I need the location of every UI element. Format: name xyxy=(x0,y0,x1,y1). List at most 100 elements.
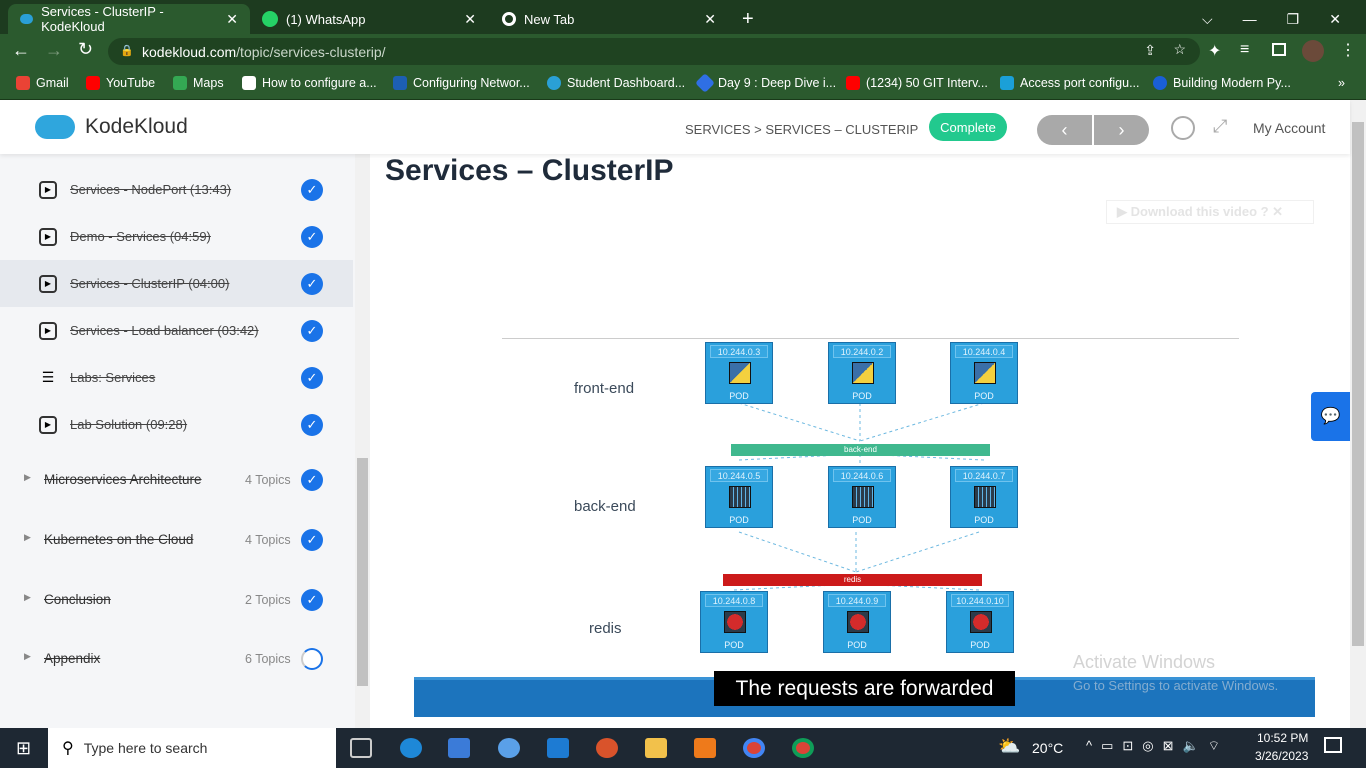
restore-icon[interactable]: ❐ xyxy=(1287,11,1300,28)
windows-taskbar: ⊞ ⚲ Type here to search ⛅ 20°C ^▭⊡◎⊠🔈⌔ 10… xyxy=(0,728,1366,768)
tab-new-tab[interactable]: New Tab ✕ xyxy=(490,4,728,34)
minimize-icon[interactable]: — xyxy=(1243,11,1257,27)
menu-icon[interactable]: ⋮ xyxy=(1340,40,1356,60)
bookmark-3[interactable]: Student Dashboard... xyxy=(547,76,685,90)
sidebar-scrollbar[interactable] xyxy=(355,154,370,728)
logo[interactable]: KodeKloud xyxy=(35,115,188,139)
reload-icon[interactable]: ↻ xyxy=(78,39,93,60)
bookmark-7[interactable]: Building Modern Py... xyxy=(1153,76,1291,90)
pod-ip: 10.244.0.6 xyxy=(833,469,891,482)
bookmark-5[interactable]: (1234) 50 GIT Interv... xyxy=(846,76,988,90)
chat-widget-button[interactable]: 💬 xyxy=(1311,392,1350,441)
caret-right-icon: ▶ xyxy=(24,592,31,602)
lesson-item[interactable]: ▶ Lab Solution (09:28) ✓ xyxy=(0,401,353,448)
tier-label: front-end xyxy=(574,380,635,397)
pod: 10.244.0.7 POD xyxy=(950,466,1018,528)
task-view-icon[interactable] xyxy=(350,738,372,758)
pod: 10.244.0.8 POD xyxy=(700,591,768,653)
url-bar[interactable]: 🔒 kodekloud.com/topic/services-clusterip/… xyxy=(108,38,1200,65)
bookmark-star-icon[interactable]: ☆ xyxy=(1173,41,1186,58)
mail-icon[interactable] xyxy=(547,738,569,758)
caret-right-icon: ▶ xyxy=(24,651,31,661)
back-icon[interactable]: ← xyxy=(12,40,30,61)
redis-service-bar: redis xyxy=(723,574,982,586)
app-icon[interactable] xyxy=(694,738,716,758)
whatsapp-icon xyxy=(262,11,278,27)
chevron-down-icon[interactable]: ⌵ xyxy=(1202,11,1213,28)
tab-kodekloud[interactable]: Services - ClusterIP - KodeKloud ✕ xyxy=(8,4,250,34)
complete-button[interactable]: Complete xyxy=(929,113,1007,141)
course-sidebar: ▶ Services - NodePort (13:43) ✓ ▶ Demo - Se… xyxy=(0,154,355,728)
pod: 10.244.0.10 POD xyxy=(946,591,1014,653)
edge-icon[interactable] xyxy=(400,738,422,758)
chrome-icon xyxy=(502,12,516,26)
tab-strip: Services - ClusterIP - KodeKloud ✕ (1) Wh… xyxy=(0,0,1366,34)
pod-label: POD xyxy=(729,391,749,401)
scrollbar-thumb[interactable] xyxy=(357,458,368,686)
profile-avatar[interactable] xyxy=(1302,40,1324,62)
clock-time: 10:52 PM xyxy=(1257,731,1309,745)
lesson-item[interactable]: ▶ Services - Load balancer (03:42) ✓ xyxy=(0,307,353,354)
close-window-icon[interactable]: ✕ xyxy=(1329,11,1341,28)
close-tab-icon[interactable]: ✕ xyxy=(464,11,476,28)
video-caption: The requests are forwarded xyxy=(714,671,1015,706)
weather-icon: ⛅ xyxy=(998,736,1021,756)
file-explorer-icon[interactable] xyxy=(645,738,667,758)
section-item[interactable]: ▶ Appendix 6 Topics xyxy=(0,639,353,679)
window-controls[interactable]: ⌵ — ❐ ✕ xyxy=(1190,4,1353,34)
section-item[interactable]: ▶ Conclusion 2 Topics ✓ xyxy=(0,580,353,620)
bookmark-2[interactable]: Configuring Networ... xyxy=(393,76,530,90)
check-icon: ✓ xyxy=(301,469,323,491)
store-icon[interactable] xyxy=(448,738,470,758)
lesson-item[interactable]: ▶ Services - NodePort (13:43) ✓ xyxy=(0,166,353,213)
my-account-link[interactable]: My Account xyxy=(1253,120,1325,136)
chrome-icon[interactable] xyxy=(792,738,814,758)
share-icon[interactable]: ⇪ xyxy=(1144,42,1156,59)
close-tab-icon[interactable]: ✕ xyxy=(704,11,716,28)
media-icon[interactable]: ≡ xyxy=(1240,41,1249,59)
extensions-icon[interactable]: ✦ xyxy=(1208,41,1221,61)
windows-start-icon[interactable]: ⊞ xyxy=(16,738,31,759)
bookmark-6[interactable]: Access port configu... xyxy=(1000,76,1140,90)
dark-mode-toggle-icon[interactable] xyxy=(1171,116,1195,140)
pod-label: POD xyxy=(724,640,744,650)
activate-windows-title: Activate Windows xyxy=(1073,652,1216,672)
notifications-icon[interactable] xyxy=(1324,737,1342,753)
bookmark-youtube[interactable]: YouTube xyxy=(86,76,155,90)
bookmark-gmail[interactable]: Gmail xyxy=(16,76,69,90)
forward-icon[interactable]: → xyxy=(45,40,63,61)
side-panel-icon[interactable] xyxy=(1272,43,1286,56)
play-icon: ▶ xyxy=(39,274,57,293)
section-item[interactable]: ▶ Kubernetes on the Cloud 4 Topics ✓ xyxy=(0,520,353,560)
kodekloud-icon xyxy=(547,76,561,90)
tier-label: redis xyxy=(589,620,622,637)
app-icon xyxy=(729,486,751,508)
chrome-icon[interactable] xyxy=(743,738,765,758)
more-bookmarks-icon[interactable]: » xyxy=(1338,76,1345,90)
bookmark-maps[interactable]: Maps xyxy=(173,76,224,90)
page-scrollbar[interactable] xyxy=(1350,100,1366,728)
pod-ip: 10.244.0.2 xyxy=(833,345,891,358)
bookmark-4[interactable]: Day 9 : Deep Dive i... xyxy=(695,73,836,93)
lesson-item[interactable]: ▶ Demo - Services (04:59) ✓ xyxy=(0,213,353,260)
system-tray-icons[interactable]: ^▭⊡◎⊠🔈⌔ xyxy=(1086,738,1229,754)
play-icon: ▶ xyxy=(39,180,57,199)
tab-whatsapp[interactable]: (1) WhatsApp ✕ xyxy=(250,4,488,34)
lesson-item[interactable]: ☰ Labs: Services ✓ xyxy=(0,354,353,401)
pod: 10.244.0.3 POD xyxy=(705,342,773,404)
previous-lesson-button[interactable]: ‹ xyxy=(1037,115,1092,145)
next-lesson-button[interactable]: › xyxy=(1094,115,1149,145)
new-tab-button[interactable]: + xyxy=(730,4,766,34)
fullscreen-icon[interactable]: ⤢ xyxy=(1213,116,1227,137)
lesson-item-active[interactable]: ▶ Services - ClusterIP (04:00) ✓ xyxy=(0,260,353,307)
app-icon[interactable] xyxy=(596,738,618,758)
pod-label: POD xyxy=(847,640,867,650)
close-tab-icon[interactable]: ✕ xyxy=(226,11,238,28)
scrollbar-thumb[interactable] xyxy=(1352,122,1364,646)
bookmark-1[interactable]: How to configure a... xyxy=(242,76,377,90)
app-icon[interactable] xyxy=(498,738,520,758)
taskbar-search[interactable]: ⚲ Type here to search xyxy=(48,728,336,768)
python-icon xyxy=(729,362,751,384)
section-item[interactable]: ▶ Microservices Architecture 4 Topics ✓ xyxy=(0,460,353,500)
video-player[interactable]: ▶ Download this video ? ✕ back-end redis… xyxy=(414,200,1315,717)
